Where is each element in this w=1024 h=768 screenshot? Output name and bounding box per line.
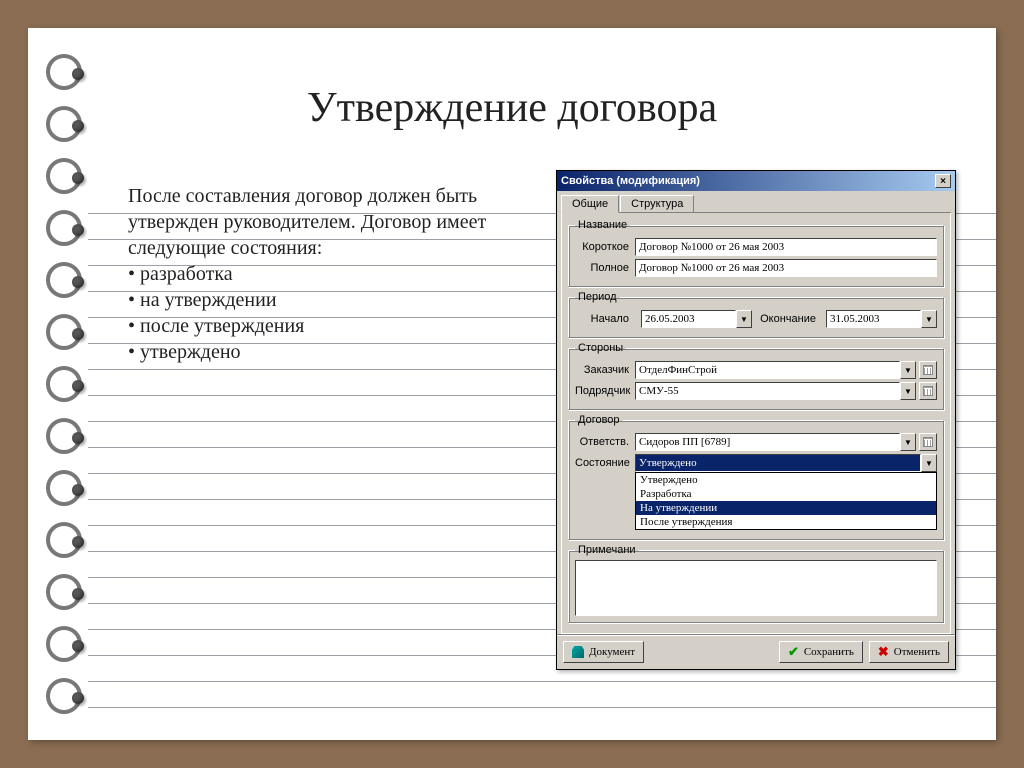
- chevron-down-icon: ▼: [904, 438, 912, 447]
- status-option[interactable]: После утверждения: [636, 515, 936, 529]
- contractor-label: Подрядчик: [575, 385, 635, 397]
- x-icon: ✖: [878, 644, 889, 660]
- tab-page: Название Короткое Договор №1000 от 26 ма…: [561, 213, 951, 634]
- table-icon: [923, 437, 933, 447]
- group-notes: Примечани: [568, 544, 944, 623]
- slide: Утверждение договора После составления д…: [28, 28, 996, 740]
- responsible-label: Ответств.: [575, 436, 635, 448]
- dialog-title: Свойства (модификация): [561, 175, 700, 187]
- group-contract: Договор Ответств. Сидоров ПП [6789] ▼ Со…: [568, 414, 944, 540]
- customer-dropdown[interactable]: ▼: [900, 361, 916, 379]
- short-name-label: Короткое: [575, 241, 635, 253]
- bullet-item: утверждено: [128, 339, 548, 365]
- status-label: Состояние: [575, 457, 635, 469]
- responsible-lookup-button[interactable]: [919, 433, 937, 451]
- dialog-button-bar: Документ ✔ Сохранить ✖ Отменить: [557, 634, 955, 669]
- spiral-binding: [46, 38, 82, 730]
- contractor-input[interactable]: СМУ-55: [635, 382, 900, 400]
- bullet-item: разработка: [128, 261, 548, 287]
- group-name-legend: Название: [575, 219, 630, 231]
- save-button-label: Сохранить: [804, 646, 854, 658]
- document-icon: [572, 646, 584, 658]
- tab-structure[interactable]: Структура: [620, 195, 694, 212]
- status-option[interactable]: Утверждено: [636, 473, 936, 487]
- responsible-input[interactable]: Сидоров ПП [6789]: [635, 433, 900, 451]
- chevron-down-icon: ▼: [925, 459, 933, 468]
- chevron-down-icon: ▼: [740, 315, 748, 324]
- slide-title: Утверждение договора: [28, 84, 996, 132]
- dialog-titlebar[interactable]: Свойства (модификация) ×: [557, 171, 955, 191]
- start-date-input[interactable]: 26.05.2003: [641, 310, 736, 328]
- contractor-dropdown[interactable]: ▼: [900, 382, 916, 400]
- slide-paragraph: После составления договор должен быть ут…: [128, 183, 548, 261]
- status-option[interactable]: На утверждении: [636, 501, 936, 515]
- properties-dialog: Свойства (модификация) × Общие Структура…: [556, 170, 956, 670]
- start-date-dropdown[interactable]: ▼: [736, 310, 752, 328]
- notes-textarea[interactable]: [575, 560, 937, 616]
- customer-input[interactable]: ОтделФинСтрой: [635, 361, 900, 379]
- status-option[interactable]: Разработка: [636, 487, 936, 501]
- full-name-input[interactable]: Договор №1000 от 26 мая 2003: [635, 259, 937, 277]
- group-parties: Стороны Заказчик ОтделФинСтрой ▼ Подрядч…: [568, 342, 944, 410]
- group-contract-legend: Договор: [575, 414, 623, 426]
- responsible-dropdown[interactable]: ▼: [900, 433, 916, 451]
- group-period-legend: Период: [575, 291, 620, 303]
- customer-lookup-button[interactable]: [919, 361, 937, 379]
- end-date-dropdown[interactable]: ▼: [921, 310, 937, 328]
- slide-body: После составления договор должен быть ут…: [128, 183, 548, 365]
- group-parties-legend: Стороны: [575, 342, 626, 354]
- close-icon: ×: [940, 176, 946, 187]
- status-dropdown-list[interactable]: УтвержденоРазработкаНа утвержденииПосле …: [635, 472, 937, 530]
- group-notes-legend: Примечани: [575, 544, 639, 556]
- document-button[interactable]: Документ: [563, 641, 644, 663]
- chevron-down-icon: ▼: [904, 366, 912, 375]
- bullet-item: после утверждения: [128, 313, 548, 339]
- bullet-item: на утверждении: [128, 287, 548, 313]
- start-date-label: Начало: [575, 313, 635, 325]
- end-date-input[interactable]: 31.05.2003: [826, 310, 921, 328]
- tab-general[interactable]: Общие: [561, 195, 619, 213]
- check-icon: ✔: [788, 644, 799, 660]
- chevron-down-icon: ▼: [925, 315, 933, 324]
- end-date-label: Окончание: [758, 313, 820, 325]
- group-period: Период Начало 26.05.2003 ▼ Окончание 31.…: [568, 291, 944, 338]
- document-button-label: Документ: [589, 646, 635, 658]
- close-button[interactable]: ×: [935, 174, 951, 188]
- chevron-down-icon: ▼: [904, 387, 912, 396]
- full-name-label: Полное: [575, 262, 635, 274]
- customer-label: Заказчик: [575, 364, 635, 376]
- table-icon: [923, 365, 933, 375]
- cancel-button[interactable]: ✖ Отменить: [869, 641, 949, 663]
- group-name: Название Короткое Договор №1000 от 26 ма…: [568, 219, 944, 287]
- cancel-button-label: Отменить: [894, 646, 940, 658]
- status-dropdown[interactable]: ▼: [921, 454, 937, 472]
- short-name-input[interactable]: Договор №1000 от 26 мая 2003: [635, 238, 937, 256]
- table-icon: [923, 386, 933, 396]
- status-input[interactable]: Утверждено: [635, 454, 921, 472]
- contractor-lookup-button[interactable]: [919, 382, 937, 400]
- save-button[interactable]: ✔ Сохранить: [779, 641, 863, 663]
